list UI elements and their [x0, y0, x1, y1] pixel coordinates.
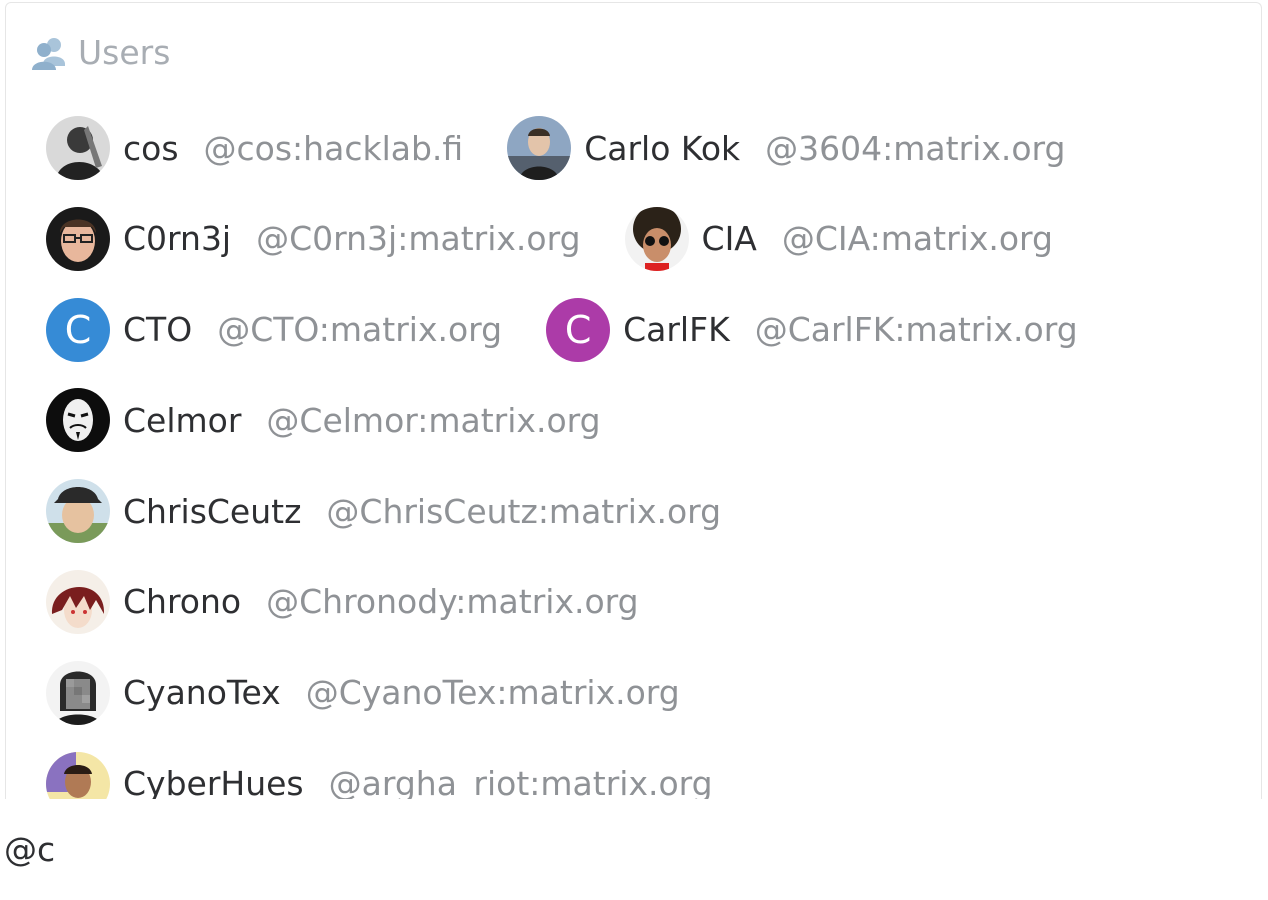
avatar-letter: C: [564, 307, 592, 352]
user-list: cos @cos:hacklab.fi Carlo Kok @3604:matr…: [46, 115, 1246, 799]
user-display-name: Celmor: [123, 400, 242, 440]
user-display-name: Chrono: [123, 582, 242, 622]
user-row: Celmor @Celmor:matrix.org: [46, 387, 1246, 478]
user-option-cyberhues[interactable]: CyberHues @argha_riot:matrix.org: [46, 751, 713, 799]
user-row: Chrono @Chronody:matrix.org: [46, 569, 1246, 660]
user-display-name: CIA: [701, 219, 757, 259]
user-display-name: CyanoTex: [123, 673, 281, 713]
user-option-carlo-kok[interactable]: Carlo Kok @3604:matrix.org: [507, 115, 1065, 181]
user-display-name: cos: [123, 128, 179, 168]
user-option-c0rn3j[interactable]: C0rn3j @C0rn3j:matrix.org: [46, 206, 581, 272]
user-id: @3604:matrix.org: [765, 128, 1066, 168]
user-row: CyanoTex @CyanoTex:matrix.org: [46, 660, 1246, 751]
autocomplete-title: Users: [78, 33, 171, 72]
user-avatar: [46, 569, 110, 634]
users-icon: [30, 34, 68, 72]
user-avatar: [624, 206, 689, 271]
user-avatar: [46, 388, 110, 453]
user-display-name: ChrisCeutz: [123, 491, 302, 531]
message-input[interactable]: [4, 830, 1204, 869]
user-avatar: [46, 116, 110, 180]
user-row: CyberHues @argha_riot:matrix.org: [46, 751, 1246, 799]
user-avatar: [507, 116, 572, 180]
user-option-chrono[interactable]: Chrono @Chronody:matrix.org: [46, 569, 639, 635]
autocomplete-header: Users: [30, 33, 170, 73]
user-display-name: Carlo Kok: [584, 128, 741, 168]
user-id: @Chronody:matrix.org: [266, 582, 639, 622]
user-display-name: C0rn3j: [123, 219, 232, 259]
user-option-cyanotex[interactable]: CyanoTex @CyanoTex:matrix.org: [46, 660, 680, 726]
user-option-chrisceutz[interactable]: ChrisCeutz @ChrisCeutz:matrix.org: [46, 478, 721, 544]
message-composer: [0, 800, 1268, 900]
avatar-letter: C: [64, 307, 92, 352]
user-option-cto[interactable]: C CTO @CTO:matrix.org: [46, 297, 502, 363]
autocomplete-popup: Users cos @cos:hacklab.fi Carlo Kok @360…: [5, 2, 1262, 799]
user-id: @CarlFK:matrix.org: [754, 310, 1078, 350]
user-id: @argha_riot:matrix.org: [328, 764, 713, 799]
user-avatar: [46, 751, 110, 799]
user-id: @Celmor:matrix.org: [266, 400, 601, 440]
user-id: @CTO:matrix.org: [217, 310, 503, 350]
user-avatar: [46, 660, 110, 725]
user-avatar: C: [46, 297, 110, 362]
user-id: @ChrisCeutz:matrix.org: [326, 491, 722, 531]
user-id: @C0rn3j:matrix.org: [256, 219, 581, 259]
user-row: C0rn3j @C0rn3j:matrix.org CIA @CIA:matri…: [46, 206, 1246, 297]
user-display-name: CyberHues: [123, 764, 304, 799]
user-avatar: [46, 206, 110, 271]
user-display-name: CTO: [123, 310, 193, 350]
user-id: @CIA:matrix.org: [781, 219, 1053, 259]
user-option-carlfk[interactable]: C CarlFK @CarlFK:matrix.org: [546, 297, 1078, 363]
user-row: C CTO @CTO:matrix.org C CarlFK @CarlFK:m…: [46, 297, 1246, 388]
user-row: ChrisCeutz @ChrisCeutz:matrix.org: [46, 478, 1246, 569]
user-option-cos[interactable]: cos @cos:hacklab.fi: [46, 115, 463, 181]
user-avatar: [46, 479, 110, 544]
user-id: @CyanoTex:matrix.org: [305, 673, 680, 713]
user-option-cia[interactable]: CIA @CIA:matrix.org: [624, 206, 1053, 272]
user-id: @cos:hacklab.fi: [203, 128, 464, 168]
user-row: cos @cos:hacklab.fi Carlo Kok @3604:matr…: [46, 115, 1246, 206]
user-display-name: CarlFK: [623, 310, 730, 350]
user-avatar: C: [546, 297, 611, 362]
user-option-celmor[interactable]: Celmor @Celmor:matrix.org: [46, 387, 601, 453]
